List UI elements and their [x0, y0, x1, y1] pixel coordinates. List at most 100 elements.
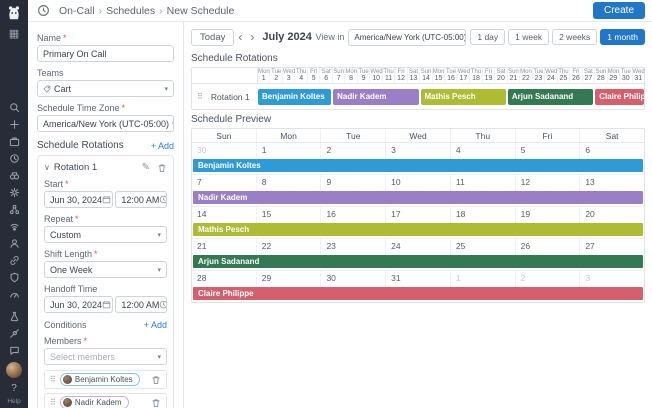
view-timezone-select[interactable]: America/New York (UTC-05:00)▾ — [348, 29, 466, 46]
help-icon[interactable]: ? — [6, 381, 22, 396]
shift-length-select[interactable]: One Week▾ — [44, 261, 167, 278]
sidebar-add-icon[interactable] — [6, 117, 22, 132]
preview-date-cell[interactable]: 3 — [580, 271, 644, 287]
sidebar-settings-gear-icon[interactable] — [6, 185, 22, 200]
preview-date-cell[interactable]: 20 — [580, 207, 644, 223]
preview-date-cell[interactable]: 28 — [192, 271, 257, 287]
sidebar-explore-icon[interactable] — [6, 168, 22, 183]
preview-date-cell[interactable]: 30 — [192, 143, 257, 159]
view-button-1-day[interactable]: 1 day — [470, 29, 505, 45]
member-pill[interactable]: Benjamin Koltes — [60, 373, 140, 386]
preview-date-cell[interactable]: 14 — [192, 207, 257, 223]
view-button-2-weeks[interactable]: 2 weeks — [552, 29, 597, 45]
delete-member-icon[interactable] — [151, 398, 161, 408]
preview-date-cell[interactable]: 6 — [580, 143, 644, 159]
preview-date-cell[interactable]: 4 — [451, 143, 516, 159]
preview-date-cell[interactable]: 1 — [257, 143, 322, 159]
preview-date-cell[interactable]: 23 — [321, 239, 386, 255]
preview-date-cell[interactable]: 24 — [386, 239, 451, 255]
rotation-shift-segment[interactable]: Benjamin Koltes — [258, 89, 331, 105]
sidebar-labs-flask-icon[interactable] — [6, 309, 22, 324]
start-time-input[interactable]: 12:00 AM — [115, 191, 167, 208]
sidebar-broadcast-icon[interactable] — [6, 219, 22, 234]
timezone-select[interactable]: America/New York (UTC-05:00)▾ — [37, 115, 174, 132]
delete-rotation-icon[interactable] — [157, 163, 167, 173]
user-avatar[interactable] — [6, 362, 22, 378]
preview-date-cell[interactable]: 26 — [516, 239, 581, 255]
handoff-time-input[interactable]: 12:00 AM — [115, 296, 167, 313]
sidebar-user-icon[interactable] — [6, 236, 22, 251]
preview-date-cell[interactable]: 2 — [516, 271, 581, 287]
members-select[interactable]: Select members▾ — [44, 348, 167, 365]
rotation-shift-segment[interactable]: Nadir Kadem — [333, 89, 418, 105]
preview-shift-bar[interactable]: Nadir Kadem — [193, 191, 643, 204]
prev-month-icon[interactable]: ‹ — [238, 30, 242, 44]
drag-handle-icon[interactable]: ⠿ — [197, 92, 203, 101]
breadcrumb-item[interactable]: New Schedule — [167, 5, 235, 17]
rotation-shift-segment[interactable]: Claire Philippe — [595, 89, 644, 105]
name-input[interactable]: Primary On Call — [37, 45, 174, 62]
add-condition-link[interactable]: + Add — [144, 320, 167, 330]
view-button-1-week[interactable]: 1 week — [508, 29, 549, 45]
preview-date-cell[interactable]: 30 — [321, 271, 386, 287]
preview-date-cell[interactable]: 5 — [516, 143, 581, 159]
delete-member-icon[interactable] — [151, 375, 161, 385]
preview-date-cell[interactable]: 25 — [451, 239, 516, 255]
preview-date-cell[interactable]: 17 — [386, 207, 451, 223]
chevron-down-icon[interactable]: ∨ — [44, 163, 50, 172]
app-logo-icon[interactable] — [5, 4, 23, 22]
breadcrumb-item[interactable]: On-Call — [59, 5, 95, 17]
sidebar-shield-icon[interactable] — [6, 270, 22, 285]
preview-date-cell[interactable]: 9 — [321, 175, 386, 191]
edit-rotation-icon[interactable]: ✎ — [142, 163, 150, 173]
preview-date-cell[interactable]: 31 — [386, 271, 451, 287]
preview-date-cell[interactable]: 19 — [516, 207, 581, 223]
view-button-1-month[interactable]: 1 month — [600, 29, 645, 45]
preview-date-cell[interactable]: 29 — [257, 271, 322, 287]
preview-date-cell[interactable]: 15 — [257, 207, 322, 223]
preview-shift-bar[interactable]: Mathis Pesch — [193, 223, 643, 236]
repeat-select[interactable]: Custom▾ — [44, 226, 167, 243]
sidebar-feedback-chat-icon[interactable] — [6, 343, 22, 358]
preview-date-cell[interactable]: 12 — [516, 175, 581, 191]
sidebar-nav — [6, 99, 22, 303]
rotation-shift-segment[interactable]: Arjun Sadanand — [508, 89, 593, 105]
preview-date-cell[interactable]: 3 — [386, 143, 451, 159]
apps-grid-icon[interactable]: ▦ — [6, 27, 22, 42]
preview-date-cell[interactable]: 11 — [451, 175, 516, 191]
drag-handle-icon[interactable]: ⠿ — [50, 398, 56, 407]
rotation-shift-segment[interactable]: Mathis Pesch — [421, 89, 506, 105]
handoff-date-input[interactable]: Jun 30, 2024 — [44, 296, 113, 313]
sidebar-metrics-icon[interactable] — [6, 287, 22, 302]
breadcrumb-item[interactable]: Schedules — [106, 5, 155, 17]
sidebar-link-icon[interactable] — [6, 253, 22, 268]
preview-date-cell[interactable]: 1 — [451, 271, 516, 287]
sidebar-oncall-clock-icon[interactable] — [6, 151, 22, 166]
preview-date-cell[interactable]: 10 — [386, 175, 451, 191]
preview-date-cell[interactable]: 27 — [580, 239, 644, 255]
member-pill[interactable]: Nadir Kadem — [60, 396, 129, 408]
add-rotation-link[interactable]: + Add — [151, 141, 174, 151]
preview-date-cell[interactable]: 8 — [257, 175, 322, 191]
create-button[interactable]: Create — [593, 2, 645, 19]
sidebar-tools-wrench-icon[interactable] — [6, 326, 22, 341]
sidebar-integrations-icon[interactable] — [6, 202, 22, 217]
preview-date-cell[interactable]: 2 — [321, 143, 386, 159]
next-month-icon[interactable]: › — [250, 30, 254, 44]
teams-select[interactable]: Cart ▾ — [37, 80, 174, 97]
preview-date-cell[interactable]: 7 — [192, 175, 257, 191]
today-button[interactable]: Today — [191, 29, 234, 46]
drag-handle-icon[interactable]: ⠿ — [50, 375, 56, 384]
start-date-input[interactable]: Jun 30, 2024 — [44, 191, 113, 208]
preview-shift-bar[interactable]: Benjamin Koltes — [193, 159, 643, 172]
preview-shift-bar[interactable]: Claire Philippe — [193, 287, 643, 300]
preview-shift-bar[interactable]: Arjun Sadanand — [193, 255, 643, 268]
preview-date-cell[interactable]: 21 — [192, 239, 257, 255]
preview-date-cell[interactable]: 16 — [321, 207, 386, 223]
preview-date-cell[interactable]: 22 — [257, 239, 322, 255]
preview-date-cell[interactable]: 18 — [451, 207, 516, 223]
preview-date-cell[interactable]: 13 — [580, 175, 644, 191]
strip-day: Fri19 — [483, 68, 495, 83]
sidebar-search-icon[interactable] — [6, 100, 22, 115]
sidebar-reports-icon[interactable] — [6, 134, 22, 149]
